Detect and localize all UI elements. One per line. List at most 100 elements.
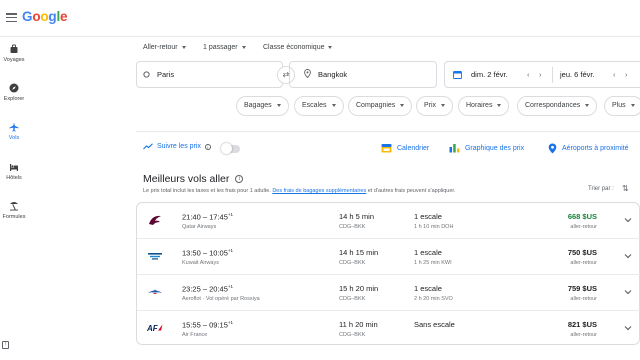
depart-date-value[interactable]: dim. 2 févr.: [471, 70, 508, 79]
track-prices-label: Suivre les prix: [156, 143, 201, 151]
prev-return-chevron-icon[interactable]: ‹: [613, 70, 616, 79]
chevron-down-icon: [400, 103, 405, 107]
filter-chip-compagnies[interactable]: Compagnies: [348, 96, 413, 116]
bar-chart-icon: [449, 144, 460, 153]
calendar-label: Calendrier: [396, 144, 430, 152]
airline-name: Aeroflot · Vol opéré par Rossiya: [182, 296, 260, 302]
day-offset: +1: [227, 248, 234, 253]
flight-row[interactable]: 23:25 – 20:45+1 Aeroflot · Vol opéré par…: [137, 275, 640, 311]
arrival-time: 09:15: [209, 320, 228, 330]
flight-duration: 15 h 20 min: [339, 284, 379, 293]
sort-icon[interactable]: ⇅: [622, 184, 629, 193]
flight-price: 759 $US: [567, 284, 597, 293]
filter-chip-correspondances[interactable]: Correspondances: [517, 96, 598, 116]
flight-row[interactable]: 21:40 – 17:45+1 Qatar Airways 14 h 5 min…: [137, 203, 640, 239]
svg-text:AF: AF: [147, 324, 159, 333]
subtitle-before: Le prix total inclut les taxes et les fr…: [143, 188, 273, 194]
chevron-down-icon[interactable]: [623, 251, 633, 261]
nav-item-voyages[interactable]: Voyages: [0, 44, 28, 63]
price-graph-button[interactable]: Graphique des prix: [449, 143, 524, 153]
calendar-icon: [381, 144, 392, 153]
chevron-down-icon: [585, 103, 590, 107]
header-divider: [0, 36, 640, 37]
airline-name: Kuwait Airways: [182, 260, 219, 266]
baggage-fees-link[interactable]: Des frais de bagages supplémentaires: [272, 188, 366, 194]
nav-label-formules: Formules: [2, 214, 26, 220]
filter-chip-horaires[interactable]: Horaires: [458, 96, 510, 116]
dates-field[interactable]: dim. 2 févr. ‹ › jeu. 6 févr. ‹ ›: [444, 61, 640, 88]
flight-price: 821 $US: [567, 320, 597, 329]
next-date-chevron-icon[interactable]: ›: [539, 70, 542, 79]
stop-detail: 1 h 25 min KWI: [414, 260, 452, 266]
info-icon[interactable]: i: [235, 175, 244, 184]
nav-item-formules[interactable]: Formules: [0, 201, 28, 220]
compass-icon: [9, 83, 19, 93]
nav-label-explorer: Explorer: [3, 96, 25, 102]
track-prices[interactable]: Suivre les prix i: [143, 143, 211, 150]
filter-chip-bagages[interactable]: Bagages: [236, 96, 289, 116]
departure-time: 23:25: [182, 284, 201, 294]
nearby-airports-label: Aéroports à proximité: [561, 145, 629, 153]
calendar-icon: [453, 71, 462, 79]
airline-name: Qatar Airways: [182, 224, 217, 230]
filter-label: Horaires: [466, 102, 493, 109]
info-icon[interactable]: i: [204, 143, 211, 150]
passengers-value: 1 passager: [203, 44, 238, 51]
prev-date-chevron-icon[interactable]: ‹: [527, 70, 530, 79]
stops-count: Sans escale: [414, 320, 455, 329]
flight-row[interactable]: 13:50 – 10:05+1 Kuwait Airways 14 h 15 m…: [137, 239, 640, 275]
flight-route: CDG–BKK: [339, 332, 366, 338]
flight-times: 13:50 – 10:05+1: [182, 248, 234, 258]
filter-chip-prix[interactable]: Prix: [416, 96, 454, 116]
chevron-down-icon[interactable]: [623, 287, 633, 297]
side-navigation: Voyages Explorer Vols Hôtels Formules: [0, 37, 28, 360]
destination-value: Bangkok: [318, 70, 348, 79]
departure-time: 13:50: [182, 248, 201, 258]
price-type: aller-retour: [570, 224, 597, 230]
arrival-time: 10:05: [209, 248, 228, 258]
chevron-down-icon[interactable]: [623, 323, 633, 333]
filter-label: Correspondances: [525, 102, 581, 109]
chevron-down-icon[interactable]: [623, 215, 633, 225]
calendar-button[interactable]: Calendrier: [381, 143, 429, 153]
stops-count: 1 escale: [414, 212, 442, 221]
air-france-logo: AF: [147, 324, 163, 333]
filter-label: Escales: [302, 102, 327, 109]
filter-chip-plus[interactable]: Plus: [604, 96, 640, 116]
chevron-down-icon: [276, 103, 281, 107]
hamburger-menu-icon[interactable]: [6, 13, 17, 23]
feedback-badge[interactable]: !: [2, 341, 9, 349]
price-type: aller-retour: [570, 260, 597, 266]
cabin-class-value: Classe économique: [263, 44, 325, 51]
chevron-down-icon: [181, 45, 186, 49]
day-offset: +1: [227, 284, 234, 289]
vacation-icon: [10, 202, 18, 211]
flight-row[interactable]: AF 15:55 – 09:15+1 Air France 11 h 20 mi…: [137, 311, 640, 347]
chevron-down-icon: [441, 103, 446, 107]
google-logo[interactable]: Google: [22, 9, 68, 24]
flight-duration: 11 h 20 min: [339, 320, 378, 329]
track-prices-toggle[interactable]: [221, 143, 240, 154]
results-section-title: Meilleurs vols aller i: [143, 173, 244, 185]
top-bar: Google: [0, 0, 640, 36]
origin-value: Paris: [157, 70, 175, 79]
return-date-value[interactable]: jeu. 6 févr.: [560, 70, 595, 79]
price-type: aller-retour: [570, 332, 597, 338]
nearby-airports-button[interactable]: Aéroports à proximité: [548, 143, 628, 154]
nav-item-hotels[interactable]: Hôtels: [0, 162, 28, 181]
next-return-chevron-icon[interactable]: ›: [625, 70, 628, 79]
filter-chip-escales[interactable]: Escales: [294, 96, 344, 116]
stops-count: 1 escale: [414, 284, 442, 293]
subtitle-after: et d'autres frais peuvent s'appliquer.: [366, 188, 456, 194]
trip-type-select[interactable]: Aller-retour: [143, 44, 186, 51]
origin-field[interactable]: Paris: [136, 61, 283, 88]
cabin-class-select[interactable]: Classe économique: [263, 44, 333, 51]
nav-item-explorer[interactable]: Explorer: [0, 83, 28, 102]
destination-field[interactable]: Bangkok: [289, 61, 437, 88]
flight-price: 668 $US: [567, 212, 597, 221]
nav-item-vols[interactable]: Vols: [0, 122, 28, 141]
passengers-select[interactable]: 1 passager: [203, 44, 246, 51]
flight-duration: 14 h 5 min: [339, 212, 375, 221]
results-title-text: Meilleurs vols aller: [143, 173, 230, 185]
flight-times: 15:55 – 09:15+1: [182, 320, 234, 330]
